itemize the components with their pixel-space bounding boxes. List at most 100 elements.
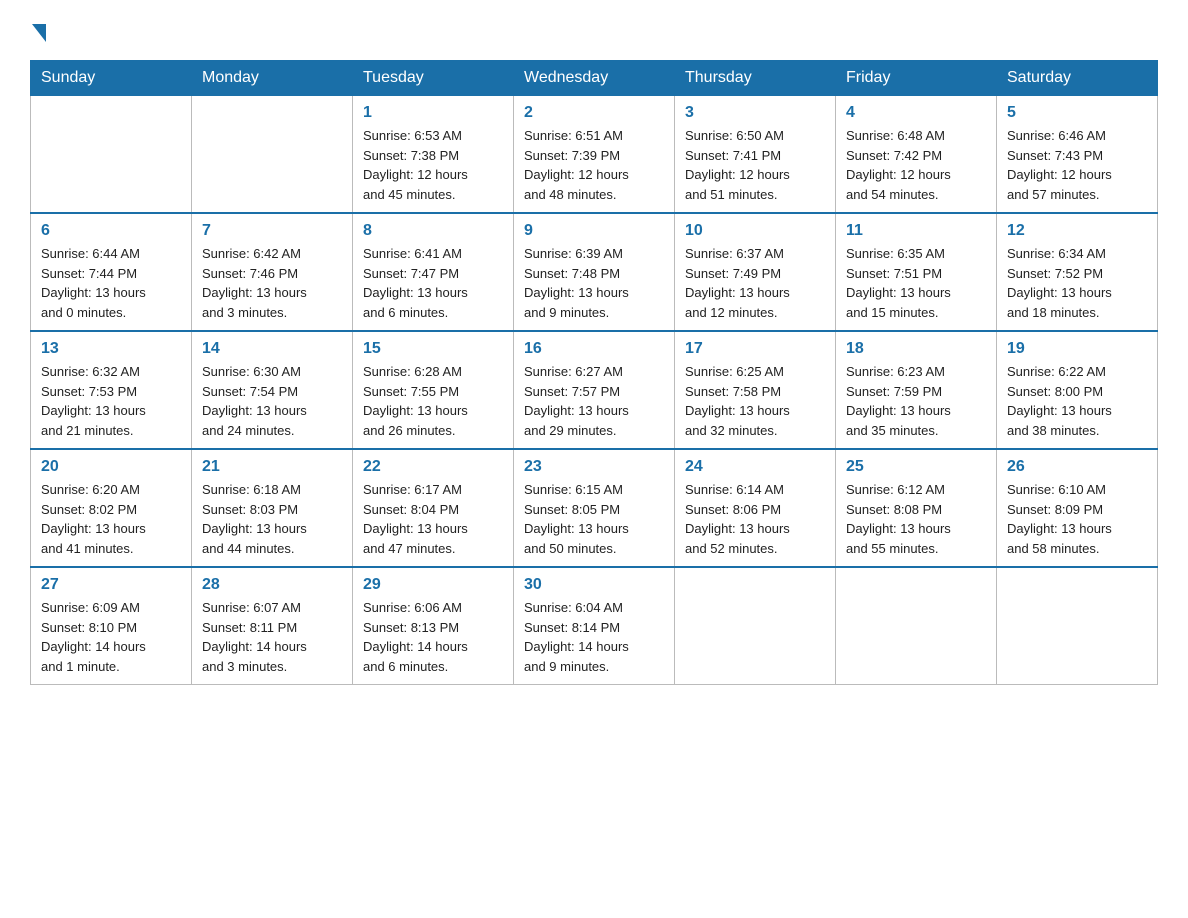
day-info: Sunrise: 6:07 AMSunset: 8:11 PMDaylight:… [202,598,342,676]
day-info: Sunrise: 6:22 AMSunset: 8:00 PMDaylight:… [1007,362,1147,440]
day-info: Sunrise: 6:34 AMSunset: 7:52 PMDaylight:… [1007,244,1147,322]
calendar-cell: 2 Sunrise: 6:51 AMSunset: 7:39 PMDaylight… [514,96,675,214]
calendar-cell [675,567,836,685]
day-number: 22 [363,458,503,476]
calendar-week-row: 6 Sunrise: 6:44 AMSunset: 7:44 PMDaylight… [31,213,1158,331]
logo-arrow-icon [32,24,46,42]
calendar-cell: 13Sunrise: 6:32 AMSunset: 7:53 PMDayligh… [31,331,192,449]
day-of-week-header: Friday [836,61,997,96]
day-info: Sunrise: 6:10 AMSunset: 8:09 PMDaylight:… [1007,480,1147,558]
calendar-cell: 26Sunrise: 6:10 AMSunset: 8:09 PMDayligh… [997,449,1158,567]
day-info: Sunrise: 6:06 AMSunset: 8:13 PMDaylight:… [363,598,503,676]
calendar-cell: 23 Sunrise: 6:15 AMSunset: 8:05 PMDayligh… [514,449,675,567]
page-header [30,20,1158,42]
calendar-cell: 22 Sunrise: 6:17 AMSunset: 8:04 PMDayligh… [353,449,514,567]
calendar-cell: 21 Sunrise: 6:18 AMSunset: 8:03 PMDayligh… [192,449,353,567]
calendar-week-row: 1 Sunrise: 6:53 AMSunset: 7:38 PMDaylight… [31,96,1158,214]
day-info: Sunrise: 6:39 AMSunset: 7:48 PMDaylight:… [524,244,664,322]
calendar-cell [31,96,192,214]
calendar-cell: 4Sunrise: 6:48 AMSunset: 7:42 PMDaylight… [836,96,997,214]
calendar-cell: 6 Sunrise: 6:44 AMSunset: 7:44 PMDaylight… [31,213,192,331]
calendar-cell: 25 Sunrise: 6:12 AMSunset: 8:08 PMDayligh… [836,449,997,567]
day-of-week-header: Sunday [31,61,192,96]
day-number: 16 [524,340,664,358]
calendar-cell: 10 Sunrise: 6:37 AMSunset: 7:49 PMDayligh… [675,213,836,331]
day-number: 10 [685,222,825,240]
day-info: Sunrise: 6:12 AMSunset: 8:08 PMDaylight:… [846,480,986,558]
day-number: 27 [41,576,181,594]
calendar-week-row: 13Sunrise: 6:32 AMSunset: 7:53 PMDayligh… [31,331,1158,449]
calendar-cell: 1 Sunrise: 6:53 AMSunset: 7:38 PMDaylight… [353,96,514,214]
calendar-cell: 17Sunrise: 6:25 AMSunset: 7:58 PMDayligh… [675,331,836,449]
day-number: 19 [1007,340,1147,358]
day-info: Sunrise: 6:17 AMSunset: 8:04 PMDaylight:… [363,480,503,558]
day-number: 17 [685,340,825,358]
calendar-cell: 9 Sunrise: 6:39 AMSunset: 7:48 PMDaylight… [514,213,675,331]
day-number: 2 [524,104,664,122]
calendar-cell: 5 Sunrise: 6:46 AMSunset: 7:43 PMDaylight… [997,96,1158,214]
calendar-cell [997,567,1158,685]
day-info: Sunrise: 6:30 AMSunset: 7:54 PMDaylight:… [202,362,342,440]
calendar-cell: 30Sunrise: 6:04 AMSunset: 8:14 PMDayligh… [514,567,675,685]
day-number: 25 [846,458,986,476]
day-number: 28 [202,576,342,594]
day-info: Sunrise: 6:20 AMSunset: 8:02 PMDaylight:… [41,480,181,558]
calendar-cell: 27 Sunrise: 6:09 AMSunset: 8:10 PMDayligh… [31,567,192,685]
day-number: 3 [685,104,825,122]
calendar-cell: 19 Sunrise: 6:22 AMSunset: 8:00 PMDayligh… [997,331,1158,449]
calendar-header-row: SundayMondayTuesdayWednesdayThursdayFrid… [31,61,1158,96]
day-info: Sunrise: 6:23 AMSunset: 7:59 PMDaylight:… [846,362,986,440]
calendar-cell: 20 Sunrise: 6:20 AMSunset: 8:02 PMDayligh… [31,449,192,567]
calendar-cell: 3 Sunrise: 6:50 AMSunset: 7:41 PMDaylight… [675,96,836,214]
day-info: Sunrise: 6:35 AMSunset: 7:51 PMDaylight:… [846,244,986,322]
day-info: Sunrise: 6:15 AMSunset: 8:05 PMDaylight:… [524,480,664,558]
day-number: 11 [846,222,986,240]
day-info: Sunrise: 6:41 AMSunset: 7:47 PMDaylight:… [363,244,503,322]
calendar-cell: 14Sunrise: 6:30 AMSunset: 7:54 PMDayligh… [192,331,353,449]
day-info: Sunrise: 6:09 AMSunset: 8:10 PMDaylight:… [41,598,181,676]
day-number: 29 [363,576,503,594]
day-number: 21 [202,458,342,476]
day-number: 7 [202,222,342,240]
calendar-cell [836,567,997,685]
calendar-cell: 16 Sunrise: 6:27 AMSunset: 7:57 PMDayligh… [514,331,675,449]
day-number: 15 [363,340,503,358]
calendar-week-row: 27 Sunrise: 6:09 AMSunset: 8:10 PMDayligh… [31,567,1158,685]
day-number: 20 [41,458,181,476]
calendar-cell: 11 Sunrise: 6:35 AMSunset: 7:51 PMDayligh… [836,213,997,331]
day-number: 18 [846,340,986,358]
day-info: Sunrise: 6:14 AMSunset: 8:06 PMDaylight:… [685,480,825,558]
day-info: Sunrise: 6:48 AMSunset: 7:42 PMDaylight:… [846,126,986,204]
day-of-week-header: Wednesday [514,61,675,96]
logo [30,20,46,42]
calendar-week-row: 20 Sunrise: 6:20 AMSunset: 8:02 PMDayligh… [31,449,1158,567]
day-of-week-header: Saturday [997,61,1158,96]
calendar-cell: 7 Sunrise: 6:42 AMSunset: 7:46 PMDaylight… [192,213,353,331]
day-info: Sunrise: 6:28 AMSunset: 7:55 PMDaylight:… [363,362,503,440]
day-info: Sunrise: 6:42 AMSunset: 7:46 PMDaylight:… [202,244,342,322]
calendar-cell [192,96,353,214]
day-info: Sunrise: 6:46 AMSunset: 7:43 PMDaylight:… [1007,126,1147,204]
calendar-cell: 12Sunrise: 6:34 AMSunset: 7:52 PMDayligh… [997,213,1158,331]
day-of-week-header: Monday [192,61,353,96]
day-number: 1 [363,104,503,122]
day-info: Sunrise: 6:18 AMSunset: 8:03 PMDaylight:… [202,480,342,558]
day-of-week-header: Tuesday [353,61,514,96]
day-info: Sunrise: 6:50 AMSunset: 7:41 PMDaylight:… [685,126,825,204]
day-info: Sunrise: 6:53 AMSunset: 7:38 PMDaylight:… [363,126,503,204]
day-info: Sunrise: 6:44 AMSunset: 7:44 PMDaylight:… [41,244,181,322]
calendar-table: SundayMondayTuesdayWednesdayThursdayFrid… [30,60,1158,685]
day-info: Sunrise: 6:27 AMSunset: 7:57 PMDaylight:… [524,362,664,440]
day-number: 23 [524,458,664,476]
day-number: 5 [1007,104,1147,122]
day-number: 8 [363,222,503,240]
day-info: Sunrise: 6:32 AMSunset: 7:53 PMDaylight:… [41,362,181,440]
day-number: 6 [41,222,181,240]
calendar-cell: 15 Sunrise: 6:28 AMSunset: 7:55 PMDayligh… [353,331,514,449]
day-of-week-header: Thursday [675,61,836,96]
calendar-cell: 24Sunrise: 6:14 AMSunset: 8:06 PMDayligh… [675,449,836,567]
day-number: 9 [524,222,664,240]
logo-text [30,20,46,42]
day-info: Sunrise: 6:37 AMSunset: 7:49 PMDaylight:… [685,244,825,322]
day-info: Sunrise: 6:51 AMSunset: 7:39 PMDaylight:… [524,126,664,204]
